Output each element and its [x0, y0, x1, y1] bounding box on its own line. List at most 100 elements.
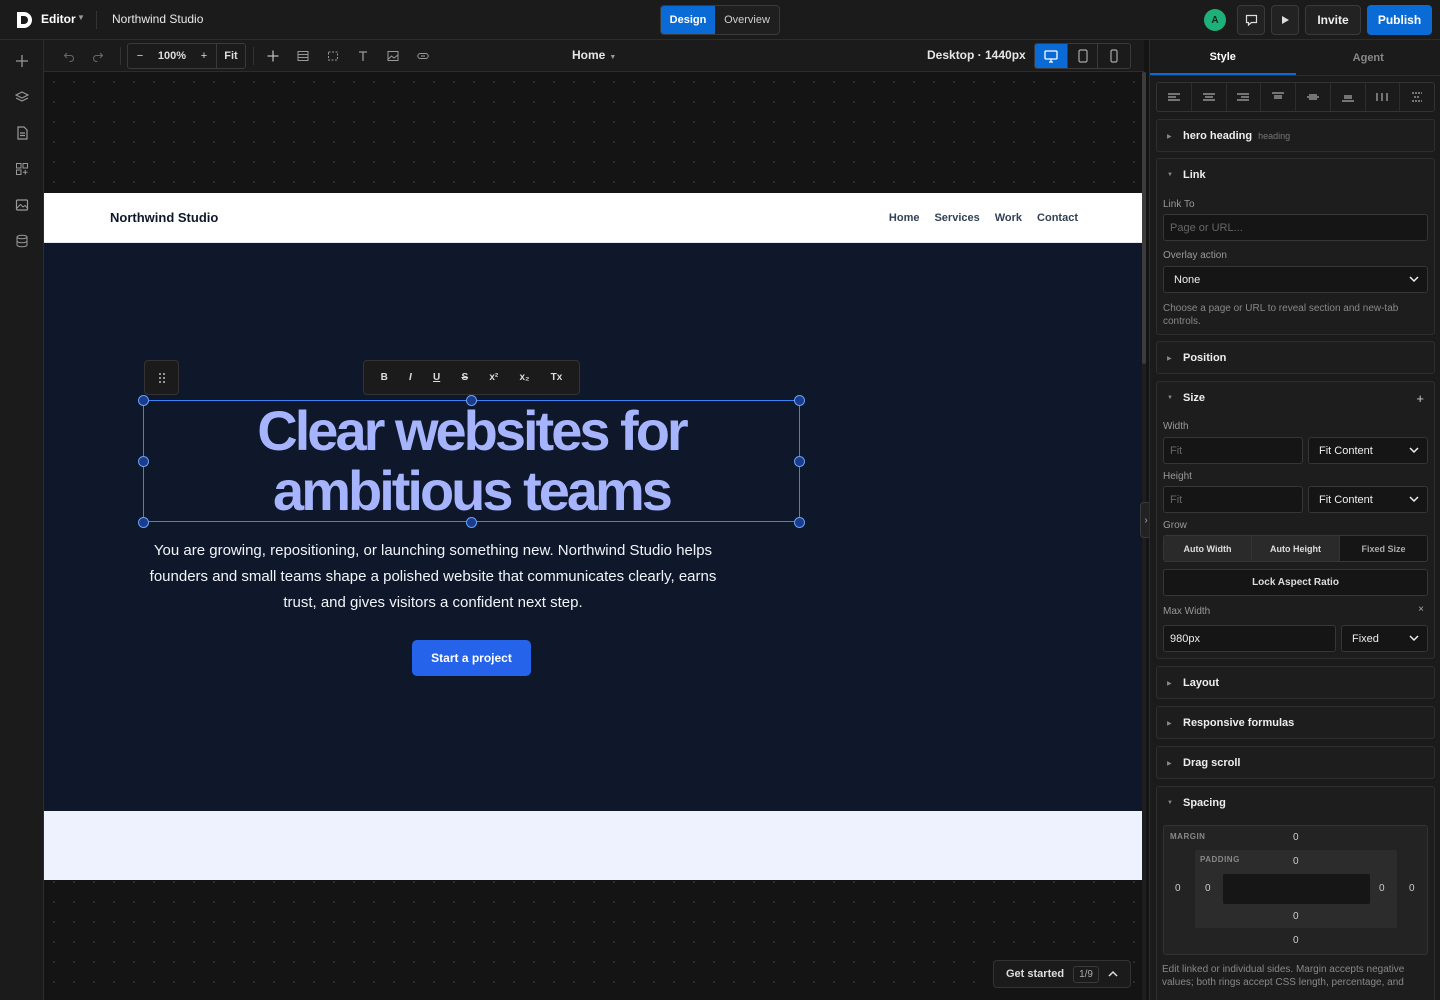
frame-icon[interactable] [323, 46, 343, 66]
chevron-down-icon[interactable]: ▼ [77, 13, 85, 22]
resize-handle-n[interactable] [466, 395, 477, 406]
resize-handle-se[interactable] [794, 517, 805, 528]
comments-button[interactable] [1237, 5, 1265, 35]
desktop-icon[interactable] [1035, 44, 1067, 68]
distribute-horizontal-icon[interactable] [1366, 83, 1401, 111]
section-icon[interactable] [293, 46, 313, 66]
subscript-button[interactable]: x₂ [519, 372, 529, 383]
zoom-in-button[interactable]: + [192, 44, 216, 68]
drag-scroll-section[interactable]: ▶ Drag scroll [1156, 746, 1435, 779]
align-right-icon[interactable] [1227, 83, 1262, 111]
site-navbar[interactable]: Northwind Studio Home Services Work Cont… [44, 193, 1143, 243]
undo-icon[interactable] [59, 46, 79, 66]
image-icon[interactable] [383, 46, 403, 66]
hero-body-text[interactable]: You are growing, repositioning, or launc… [142, 538, 724, 616]
strikethrough-button[interactable]: S [461, 372, 468, 383]
element-section[interactable]: ▶ hero heading heading [1156, 119, 1435, 152]
scrollbar-thumb[interactable] [1142, 72, 1146, 364]
assets-icon[interactable] [13, 196, 31, 214]
start-project-button[interactable]: Start a project [412, 640, 531, 676]
cms-database-icon[interactable] [13, 232, 31, 250]
bold-button[interactable]: B [381, 372, 388, 383]
next-section[interactable] [44, 811, 1143, 880]
margin-top-value[interactable]: 0 [1293, 832, 1299, 843]
drag-handle-icon[interactable] [144, 360, 179, 395]
resize-handle-nw[interactable] [138, 395, 149, 406]
design-canvas[interactable]: Northwind Studio Home Services Work Cont… [44, 72, 1144, 1000]
height-input[interactable]: Fit [1163, 486, 1303, 513]
zoom-fit-button[interactable]: Fit [216, 44, 245, 68]
mobile-icon[interactable] [1098, 44, 1130, 68]
overview-mode-button[interactable]: Overview [715, 6, 779, 34]
align-center-icon[interactable] [1192, 83, 1227, 111]
margin-right-value[interactable]: 0 [1409, 883, 1415, 894]
preview-button[interactable] [1271, 5, 1299, 35]
responsive-formulas-section[interactable]: ▶ Responsive formulas [1156, 706, 1435, 739]
add-icon[interactable] [13, 52, 31, 70]
chevron-up-icon[interactable] [1108, 970, 1118, 978]
padding-bottom-value[interactable]: 0 [1293, 911, 1299, 922]
italic-button[interactable]: I [409, 372, 412, 383]
align-left-icon[interactable] [1157, 83, 1192, 111]
pages-icon[interactable] [13, 124, 31, 142]
distribute-vertical-icon[interactable] [1400, 83, 1434, 111]
nav-link-contact[interactable]: Contact [1037, 212, 1078, 224]
zoom-out-button[interactable]: − [128, 44, 152, 68]
layers-icon[interactable] [13, 88, 31, 106]
max-width-input[interactable]: 980px [1163, 625, 1336, 652]
height-mode-select[interactable]: Fit Content [1308, 486, 1428, 513]
auto-height-option[interactable]: Auto Height [1252, 536, 1340, 561]
width-mode-select[interactable]: Fit Content [1308, 437, 1428, 464]
zoom-level[interactable]: 100% [152, 44, 192, 68]
resize-handle-w[interactable] [138, 456, 149, 467]
tab-agent[interactable]: Agent [1296, 40, 1440, 75]
lock-aspect-ratio-button[interactable]: Lock Aspect Ratio [1163, 569, 1428, 596]
invite-button[interactable]: Invite [1305, 5, 1361, 35]
resize-handle-e[interactable] [794, 456, 805, 467]
align-middle-icon[interactable] [1296, 83, 1331, 111]
nav-link-services[interactable]: Services [934, 212, 979, 224]
redo-icon[interactable] [88, 46, 108, 66]
superscript-button[interactable]: x² [489, 372, 498, 383]
margin-bottom-value[interactable]: 0 [1293, 935, 1299, 946]
margin-left-value[interactable]: 0 [1175, 883, 1181, 894]
components-icon[interactable] [13, 160, 31, 178]
underline-button[interactable]: U [433, 372, 440, 383]
size-section-header[interactable]: ▼ Size + [1157, 382, 1434, 414]
site-brand[interactable]: Northwind Studio [110, 210, 218, 225]
add-icon[interactable]: + [1416, 391, 1424, 406]
auto-width-option[interactable]: Auto Width [1164, 536, 1252, 561]
resize-handle-ne[interactable] [794, 395, 805, 406]
page-selector[interactable]: Home ▼ [572, 48, 616, 62]
padding-left-value[interactable]: 0 [1205, 883, 1211, 894]
avatar[interactable]: A [1204, 9, 1226, 31]
layout-section[interactable]: ▶ Layout [1156, 666, 1435, 699]
project-name[interactable]: Northwind Studio [112, 12, 203, 26]
position-section[interactable]: ▶ Position [1156, 341, 1435, 374]
overlay-action-select[interactable]: None [1163, 266, 1428, 293]
insert-plus-icon[interactable] [263, 46, 283, 66]
fixed-size-option[interactable]: Fixed Size [1340, 536, 1427, 561]
padding-right-value[interactable]: 0 [1379, 883, 1385, 894]
app-logo-icon[interactable] [14, 10, 34, 30]
padding-top-value[interactable]: 0 [1293, 856, 1299, 867]
nav-link-home[interactable]: Home [889, 212, 920, 224]
align-top-icon[interactable] [1261, 83, 1296, 111]
link-to-input[interactable]: Page or URL... [1163, 214, 1428, 241]
align-bottom-icon[interactable] [1331, 83, 1366, 111]
publish-button[interactable]: Publish [1367, 5, 1432, 35]
design-mode-button[interactable]: Design [661, 6, 715, 34]
close-icon[interactable]: × [1418, 604, 1424, 615]
clear-format-button[interactable]: Tx [551, 372, 563, 383]
max-width-mode-select[interactable]: Fixed [1341, 625, 1428, 652]
resize-handle-sw[interactable] [138, 517, 149, 528]
editor-menu[interactable]: Editor [41, 12, 76, 26]
link-icon[interactable] [413, 46, 433, 66]
tablet-icon[interactable] [1066, 44, 1099, 68]
width-input[interactable]: Fit [1163, 437, 1303, 464]
nav-link-work[interactable]: Work [995, 212, 1022, 224]
spacing-section-header[interactable]: ▼ Spacing [1157, 787, 1434, 819]
get-started-checklist[interactable]: Get started 1/9 [993, 960, 1131, 988]
link-section-header[interactable]: ▼ Link [1157, 159, 1434, 191]
tab-style[interactable]: Style [1150, 40, 1296, 75]
